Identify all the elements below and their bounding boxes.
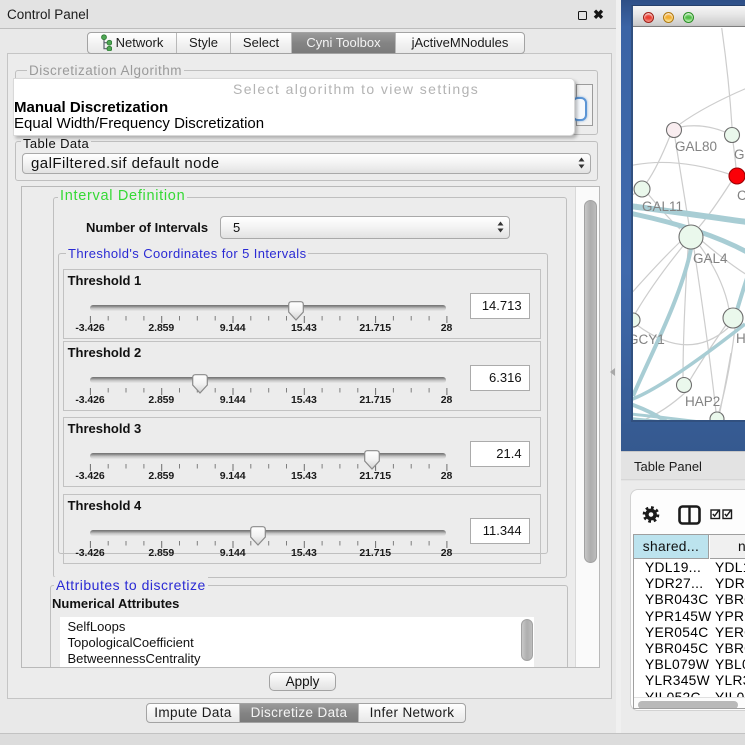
svg-text:GAL4: GAL4 [693, 251, 728, 266]
svg-text:G: G [734, 147, 745, 162]
svg-text:HAP2: HAP2 [685, 394, 720, 409]
svg-text:H: H [736, 331, 745, 346]
svg-text:C: C [737, 188, 745, 203]
svg-text:GCY1: GCY1 [633, 332, 665, 347]
svg-text:GAL11: GAL11 [642, 199, 683, 214]
svg-text:GAL80: GAL80 [675, 139, 717, 154]
